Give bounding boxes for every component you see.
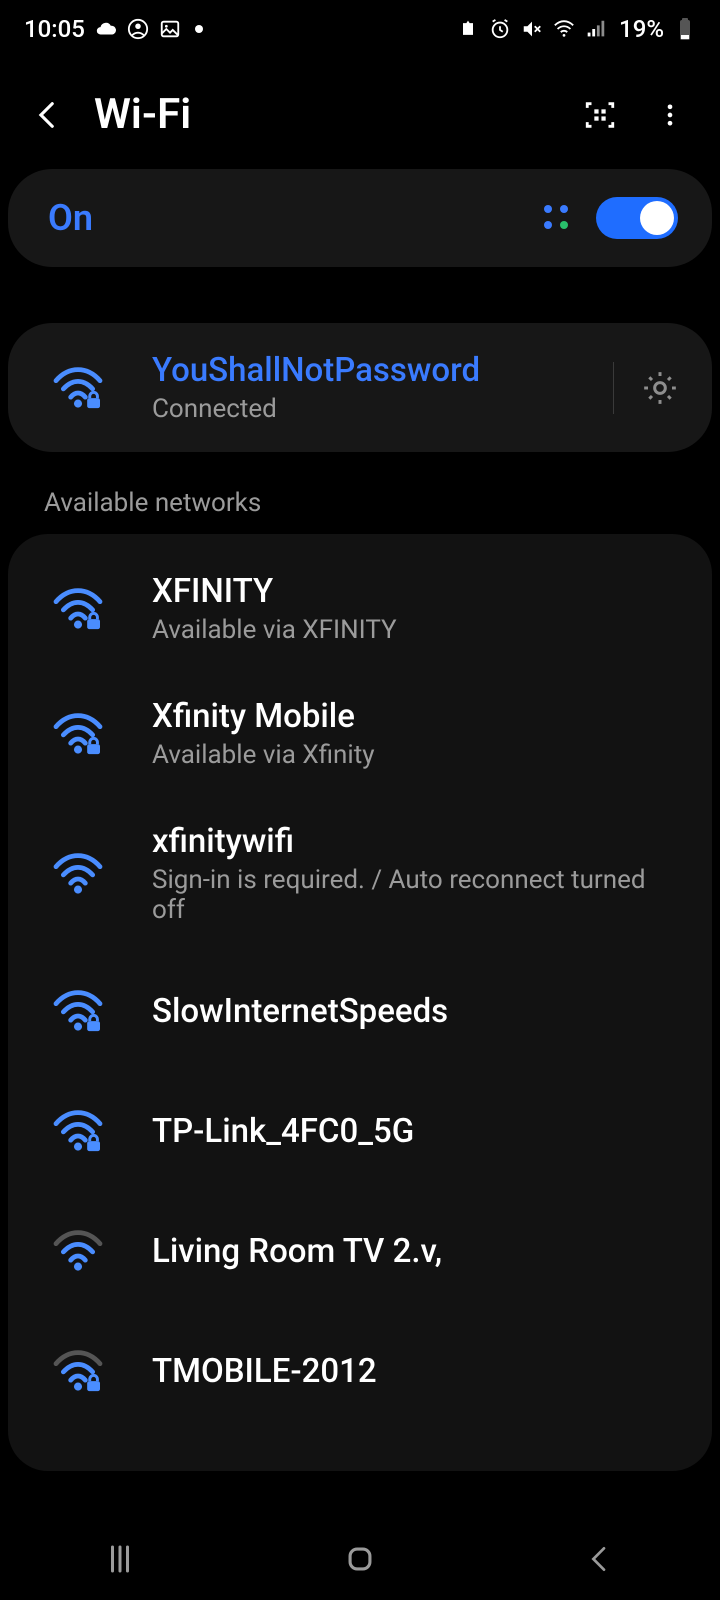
network-ssid: Living Room TV 2.v, bbox=[152, 1232, 676, 1271]
network-ssid: Xfinity Mobile bbox=[152, 697, 676, 736]
network-row[interactable]: xfinitywifi Sign-in is required. / Auto … bbox=[8, 796, 712, 951]
status-left: 10:05 bbox=[24, 15, 203, 43]
network-row[interactable]: Living Room TV 2.v, bbox=[8, 1191, 712, 1311]
cloud-icon bbox=[95, 18, 117, 40]
account-circle-icon bbox=[127, 18, 149, 40]
overflow-menu-button[interactable] bbox=[646, 91, 694, 139]
network-settings-button[interactable] bbox=[636, 364, 684, 412]
qr-scan-icon bbox=[583, 98, 617, 132]
network-ssid: XFINITY bbox=[152, 572, 676, 611]
network-ssid: xfinitywifi bbox=[152, 822, 676, 861]
available-networks-list: XFINITY Available via XFINITY Xfinity Mo… bbox=[8, 534, 712, 1471]
gallery-icon bbox=[159, 18, 181, 40]
battery-saver-icon bbox=[457, 18, 479, 40]
wifi-secured-icon bbox=[48, 989, 108, 1033]
status-bar: 10:05 19% bbox=[0, 0, 720, 56]
network-subtitle: Available via Xfinity bbox=[152, 740, 676, 770]
available-networks-header: Available networks bbox=[0, 452, 720, 534]
network-ssid: TMOBILE-2012 bbox=[152, 1352, 676, 1391]
smart-view-icon[interactable] bbox=[538, 199, 576, 237]
qr-scan-button[interactable] bbox=[576, 91, 624, 139]
network-row[interactable]: TP-Link_4FC0_5G bbox=[8, 1071, 712, 1191]
more-notifications-icon bbox=[195, 25, 203, 33]
battery-percentage: 19% bbox=[619, 15, 664, 43]
network-ssid: TP-Link_4FC0_5G bbox=[152, 1112, 676, 1151]
connected-status: Connected bbox=[152, 394, 603, 424]
wifi-state-label: On bbox=[48, 197, 93, 239]
gear-icon bbox=[640, 368, 680, 408]
network-row[interactable]: TMOBILE-2012 bbox=[8, 1311, 712, 1431]
network-row[interactable]: XFINITY Available via XFINITY bbox=[8, 546, 712, 671]
wifi-secured-icon bbox=[48, 1349, 108, 1393]
page-title: Wi-Fi bbox=[94, 90, 191, 139]
back-button[interactable] bbox=[24, 91, 72, 139]
status-clock: 10:05 bbox=[24, 15, 85, 43]
wifi-open-icon bbox=[48, 852, 108, 896]
divider bbox=[613, 362, 614, 414]
chevron-left-icon bbox=[31, 98, 65, 132]
home-icon bbox=[343, 1542, 377, 1576]
wifi-open-icon bbox=[48, 1229, 108, 1273]
recents-icon bbox=[102, 1541, 138, 1577]
connected-ssid: YouShallNotPassword bbox=[152, 351, 603, 390]
network-subtitle: Available via XFINITY bbox=[152, 615, 676, 645]
chevron-left-icon bbox=[584, 1543, 616, 1575]
wifi-secured-icon bbox=[48, 712, 108, 756]
system-nav-bar bbox=[0, 1518, 720, 1600]
recents-button[interactable] bbox=[80, 1534, 160, 1584]
network-row[interactable]: Xfinity Mobile Available via Xfinity bbox=[8, 671, 712, 796]
wifi-secured-icon bbox=[48, 587, 108, 631]
wifi-secured-icon bbox=[48, 366, 108, 410]
network-ssid: SlowInternetSpeeds bbox=[152, 992, 676, 1031]
battery-icon bbox=[674, 18, 696, 40]
wifi-status-icon bbox=[553, 18, 575, 40]
status-right: 19% bbox=[457, 15, 696, 43]
home-button[interactable] bbox=[320, 1534, 400, 1584]
wifi-toggle-switch[interactable] bbox=[596, 197, 678, 239]
alarm-icon bbox=[489, 18, 511, 40]
nav-back-button[interactable] bbox=[560, 1534, 640, 1584]
network-row[interactable]: SlowInternetSpeeds bbox=[8, 951, 712, 1071]
connected-network-card[interactable]: YouShallNotPassword Connected bbox=[8, 323, 712, 452]
network-subtitle: Sign-in is required. / Auto reconnect tu… bbox=[152, 865, 676, 925]
wifi-secured-icon bbox=[48, 1109, 108, 1153]
wifi-toggle-card: On bbox=[8, 169, 712, 267]
app-bar: Wi-Fi bbox=[0, 56, 720, 169]
mute-icon bbox=[521, 18, 543, 40]
cell-signal-icon bbox=[585, 18, 607, 40]
more-vert-icon bbox=[656, 101, 684, 129]
